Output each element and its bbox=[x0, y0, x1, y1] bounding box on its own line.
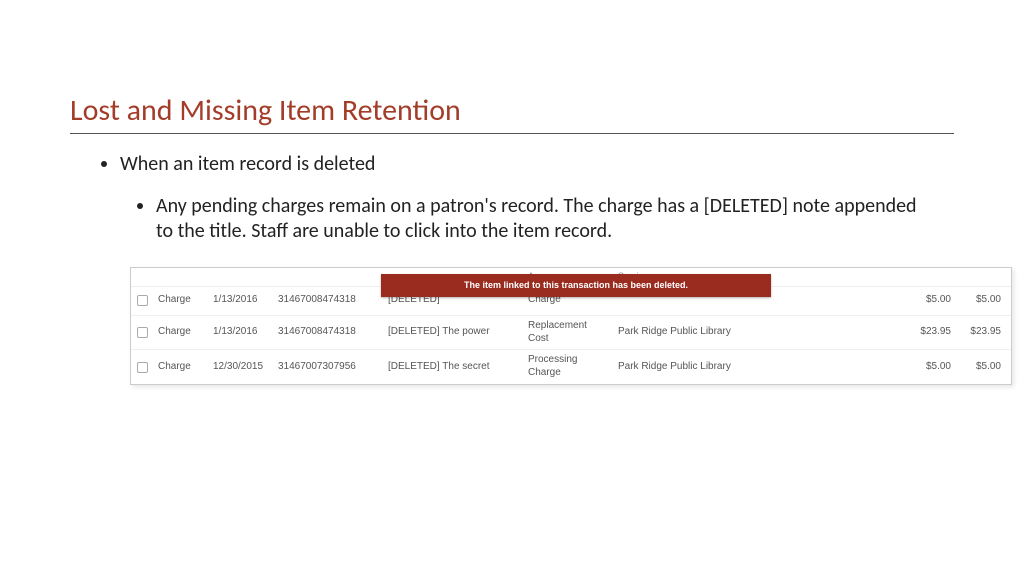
bullet-1: When an item record is deleted Any pendi… bbox=[120, 152, 934, 245]
row-checkbox[interactable] bbox=[131, 287, 153, 315]
row-amt1: $5.00 bbox=[901, 287, 956, 315]
hdr-amt1 bbox=[901, 268, 956, 286]
row-amt2: $23.95 bbox=[956, 316, 1011, 350]
row-reason: Processing Charge bbox=[523, 350, 613, 384]
row-amt1: $23.95 bbox=[901, 316, 956, 350]
row-barcode: 31467007307956 bbox=[273, 350, 383, 384]
bullet-1a: Any pending charges remain on a patron's… bbox=[156, 194, 934, 245]
hdr-date bbox=[208, 268, 273, 286]
row-library: Park Ridge Public Library bbox=[613, 350, 793, 384]
row-date: 1/13/2016 bbox=[208, 316, 273, 350]
row-reason: Replacement Cost bbox=[523, 316, 613, 350]
row-title: [DELETED] The power bbox=[383, 316, 523, 350]
screenshot-table: The item linked to this transaction has … bbox=[130, 267, 1012, 385]
hdr-gap bbox=[793, 268, 901, 286]
row-type: Charge bbox=[153, 287, 208, 315]
slide: Lost and Missing Item Retention When an … bbox=[0, 92, 1024, 576]
row-date: 12/30/2015 bbox=[208, 350, 273, 384]
deleted-toast: The item linked to this transaction has … bbox=[381, 274, 771, 298]
row-barcode: 31467008474318 bbox=[273, 316, 383, 350]
row-amt2: $5.00 bbox=[956, 287, 1011, 315]
hdr-amt2 bbox=[956, 268, 1011, 286]
row-date: 1/13/2016 bbox=[208, 287, 273, 315]
row-type: Charge bbox=[153, 350, 208, 384]
row-gap bbox=[793, 316, 901, 350]
row-amt2: $5.00 bbox=[956, 350, 1011, 384]
title-rule bbox=[70, 133, 954, 134]
table-row: Charge 1/13/2016 31467008474318 [DELETED… bbox=[131, 316, 1011, 351]
hdr-checkbox bbox=[131, 268, 153, 286]
row-library: Park Ridge Public Library bbox=[613, 316, 793, 350]
body-text: When an item record is deleted Any pendi… bbox=[90, 152, 934, 385]
bullet-list: When an item record is deleted Any pendi… bbox=[90, 152, 934, 245]
row-title: [DELETED] The secret bbox=[383, 350, 523, 384]
row-checkbox[interactable] bbox=[131, 350, 153, 384]
row-gap bbox=[793, 287, 901, 315]
row-type: Charge bbox=[153, 316, 208, 350]
sub-bullet-list: Any pending charges remain on a patron's… bbox=[120, 194, 934, 245]
page-title: Lost and Missing Item Retention bbox=[70, 92, 954, 129]
row-barcode: 31467008474318 bbox=[273, 287, 383, 315]
row-amt1: $5.00 bbox=[901, 350, 956, 384]
row-gap bbox=[793, 350, 901, 384]
table-row: Charge 12/30/2015 31467007307956 [DELETE… bbox=[131, 350, 1011, 384]
hdr-type bbox=[153, 268, 208, 286]
bullet-1-text: When an item record is deleted bbox=[120, 152, 375, 176]
hdr-barcode bbox=[273, 268, 383, 286]
row-checkbox[interactable] bbox=[131, 316, 153, 350]
